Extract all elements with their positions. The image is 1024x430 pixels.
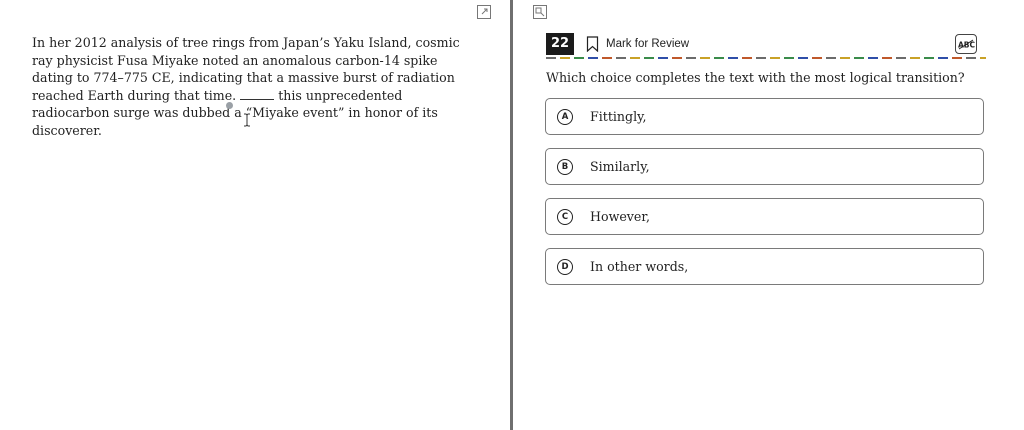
bookmark-icon	[586, 36, 599, 52]
mark-for-review-label: Mark for Review	[606, 38, 690, 50]
choice-c-text: However,	[590, 209, 651, 224]
choice-b-letter: B	[557, 158, 573, 175]
header-divider	[546, 57, 986, 59]
choice-c-letter: C	[557, 208, 573, 225]
choice-a-text: Fittingly,	[590, 109, 647, 124]
choice-d-letter: D	[557, 258, 573, 275]
expand-icon[interactable]	[477, 5, 491, 19]
question-pane: 22 Mark for Review ABC Which choice comp…	[513, 0, 1024, 430]
choice-a-letter: A	[557, 108, 573, 125]
choice-d-text: In other words,	[590, 259, 689, 274]
mark-for-review-button[interactable]: Mark for Review	[586, 36, 689, 52]
passage-blank	[240, 89, 275, 100]
abc-strikethrough-button[interactable]: ABC	[955, 34, 977, 54]
passage-text: In her 2012 analysis of tree rings from …	[32, 34, 472, 140]
collapse-icon[interactable]	[533, 5, 547, 19]
question-number: 22	[546, 33, 574, 55]
choice-a[interactable]: A Fittingly,	[545, 98, 984, 135]
choice-b-text: Similarly,	[590, 159, 650, 174]
abc-strikethrough-icon: ABC	[958, 39, 976, 50]
choice-b[interactable]: B Similarly,	[545, 148, 984, 185]
passage-pane: In her 2012 analysis of tree rings from …	[0, 0, 510, 430]
choice-d[interactable]: D In other words,	[545, 248, 984, 285]
text-cursor-icon	[244, 113, 250, 127]
question-prompt: Which choice completes the text with the…	[546, 70, 965, 85]
choice-c[interactable]: C However,	[545, 198, 984, 235]
cursor-dot	[226, 102, 233, 109]
